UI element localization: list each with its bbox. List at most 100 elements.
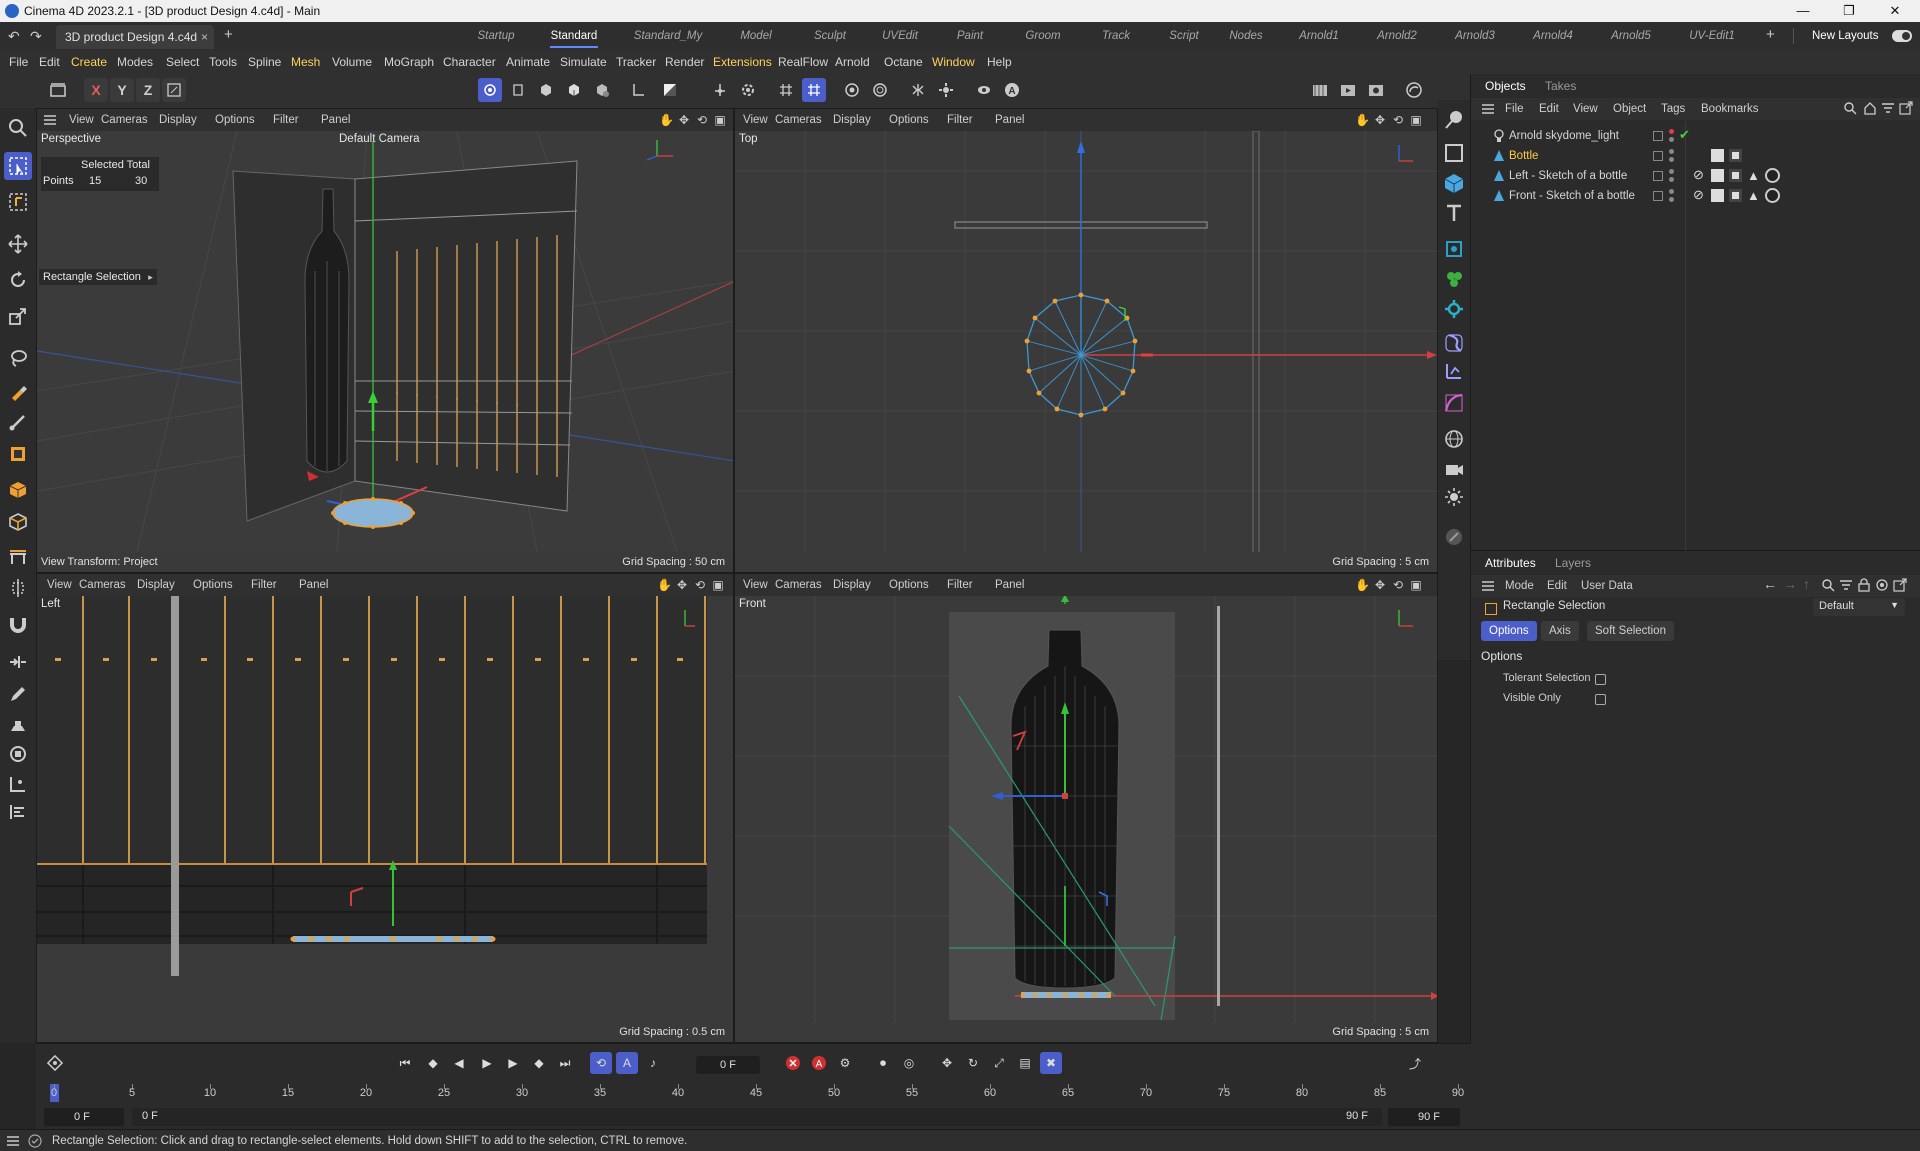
editor-visibility-toggle[interactable] <box>1653 171 1663 181</box>
perspective-viewport[interactable]: View Cameras Display Options Filter Panel ✋ ✥… <box>36 108 734 573</box>
tab-layers[interactable]: Layers <box>1555 551 1591 575</box>
viewport-menu-options[interactable]: Options <box>193 574 233 596</box>
pencil-icon[interactable] <box>4 680 32 708</box>
go-to-end-icon[interactable]: ⏭ <box>554 1052 576 1074</box>
viewport-menu-view[interactable]: View <box>743 109 768 131</box>
tolerant-selection-checkbox[interactable] <box>1595 674 1606 685</box>
viewport-menu-view[interactable]: View <box>47 574 72 596</box>
display-tag-icon[interactable]: ▲ <box>1747 186 1760 206</box>
attribute-target-icon[interactable] <box>1875 578 1889 592</box>
measure-tool-icon[interactable] <box>4 770 32 798</box>
cube-object-icon[interactable] <box>1441 170 1467 196</box>
enabled-check-icon[interactable]: ✔ <box>1679 125 1690 145</box>
dolly-view-icon[interactable]: ✥ <box>675 578 689 592</box>
phong-tag-icon[interactable] <box>1711 169 1724 182</box>
viewport-menu-options[interactable]: Options <box>215 109 255 131</box>
go-to-start-icon[interactable]: ⏮ <box>394 1052 416 1074</box>
layout-tab-uv-edit1[interactable]: UV-Edit1 <box>1688 22 1736 50</box>
symmetry-icon[interactable] <box>906 78 930 102</box>
subtab-options[interactable]: Options <box>1481 621 1537 641</box>
maximize-button[interactable]: ❐ <box>1826 0 1872 22</box>
keyframe-mode-icon[interactable] <box>46 1054 64 1072</box>
scale-key-icon[interactable]: ⤢ <box>988 1052 1010 1074</box>
solo-icon[interactable] <box>972 78 996 102</box>
grid-icon[interactable] <box>774 78 798 102</box>
menu-simulate[interactable]: Simulate <box>560 50 607 74</box>
cube-primitive-icon[interactable] <box>4 476 32 504</box>
search-icon[interactable] <box>4 114 32 142</box>
start-frame-field[interactable]: 0 F <box>44 1108 124 1126</box>
live-selection-icon[interactable] <box>4 188 32 216</box>
visible-only-checkbox[interactable] <box>1595 694 1606 705</box>
viewport-menu-display[interactable]: Display <box>833 574 871 596</box>
autokey-filter-icon[interactable]: A <box>616 1052 638 1074</box>
editor-visibility-toggle[interactable] <box>1653 191 1663 201</box>
rotate-view-icon[interactable]: ⟲ <box>1391 113 1405 127</box>
menu-mesh[interactable]: Mesh <box>291 50 320 74</box>
object-row-skydome[interactable]: Arnold skydome_light ✔ <box>1489 126 1919 146</box>
layout-tab-paint[interactable]: Paint <box>952 22 988 50</box>
axis-mode-icon[interactable] <box>626 78 650 102</box>
attribute-menu-user-data[interactable]: User Data <box>1581 576 1633 596</box>
polygons-mode-icon[interactable] <box>534 78 558 102</box>
rotate-view-icon[interactable]: ⟲ <box>695 113 709 127</box>
layout-tab-sculpt[interactable]: Sculpt <box>810 22 850 50</box>
rotation-key-icon[interactable]: ↻ <box>962 1052 984 1074</box>
fcurve-icon[interactable]: ⤴ <box>1404 1052 1426 1074</box>
snap-grid-icon[interactable] <box>802 78 826 102</box>
rotate-view-icon[interactable]: ⟲ <box>1391 578 1405 592</box>
scene-icon[interactable] <box>46 78 70 102</box>
object-home-icon[interactable] <box>1863 101 1877 115</box>
status-menu-icon[interactable] <box>6 1135 20 1147</box>
render-view-icon[interactable] <box>840 78 864 102</box>
layout-tab-startup[interactable]: Startup <box>476 22 516 50</box>
motion-record-icon[interactable]: ⏺ <box>872 1052 894 1074</box>
layout-tab-arnold4[interactable]: Arnold4 <box>1532 22 1574 50</box>
menu-extensions[interactable]: Extensions <box>713 50 772 74</box>
menu-edit[interactable]: Edit <box>39 50 60 74</box>
visibility-dot[interactable] <box>1669 169 1674 174</box>
field-icon[interactable] <box>1441 358 1467 384</box>
environment-icon[interactable] <box>1441 426 1467 452</box>
viewport-menu-display[interactable]: Display <box>159 109 197 131</box>
tags-icon[interactable] <box>1441 524 1467 550</box>
paint-tool-icon[interactable] <box>4 378 32 406</box>
add-layout-button[interactable]: + <box>1766 26 1775 43</box>
pan-view-icon[interactable]: ✋ <box>659 113 674 127</box>
object-row-bottle[interactable]: Bottle <box>1489 146 1919 166</box>
viewport-menu-filter[interactable]: Filter <box>947 109 973 131</box>
viewport-menu-panel[interactable]: Panel <box>321 109 350 131</box>
pan-view-icon[interactable]: ✋ <box>657 578 672 592</box>
uvw-tag-icon[interactable] <box>1729 189 1742 202</box>
extrude-icon[interactable] <box>4 508 32 536</box>
up-arrow-icon[interactable]: ↑ <box>1803 576 1810 592</box>
pan-view-icon[interactable]: ✋ <box>1355 113 1370 127</box>
object-menu-icon[interactable] <box>1481 102 1495 116</box>
menu-file[interactable]: File <box>9 50 28 74</box>
object-menu-tags[interactable]: Tags <box>1661 99 1685 119</box>
rotate-icon[interactable] <box>4 266 32 294</box>
phong-tag-icon[interactable] <box>1711 189 1724 202</box>
layout-tab-arnold5[interactable]: Arnold5 <box>1610 22 1652 50</box>
deformer-icon[interactable] <box>1441 330 1467 356</box>
viewport-menu-cameras[interactable]: Cameras <box>101 109 148 131</box>
top-viewport[interactable]: View Cameras Display Options Filter Panel ✋ ✥… <box>734 108 1438 573</box>
viewport-menu-view[interactable]: View <box>743 574 768 596</box>
render-dot[interactable] <box>1669 197 1674 202</box>
smooth-tool-icon[interactable] <box>4 712 32 740</box>
object-filter-icon[interactable] <box>1881 101 1895 115</box>
viewport-menu-panel[interactable]: Panel <box>995 574 1024 596</box>
weld-icon[interactable] <box>4 740 32 768</box>
sound-icon[interactable]: ♪ <box>642 1052 664 1074</box>
end-frame-field[interactable]: 90 F <box>1388 1108 1460 1126</box>
render-dot[interactable] <box>1669 137 1674 142</box>
modeling-settings-icon[interactable] <box>934 78 958 102</box>
coordinate-system-icon[interactable] <box>162 78 186 102</box>
tab-takes[interactable]: Takes <box>1545 74 1576 98</box>
object-menu-file[interactable]: File <box>1505 99 1524 119</box>
viewport-menu-icon[interactable] <box>43 113 57 127</box>
play-icon[interactable]: ▶ <box>476 1052 498 1074</box>
generator-icon[interactable] <box>1441 236 1467 262</box>
current-frame-field[interactable]: 0 F <box>696 1056 760 1074</box>
loop-icon[interactable]: ⟲ <box>590 1052 612 1074</box>
